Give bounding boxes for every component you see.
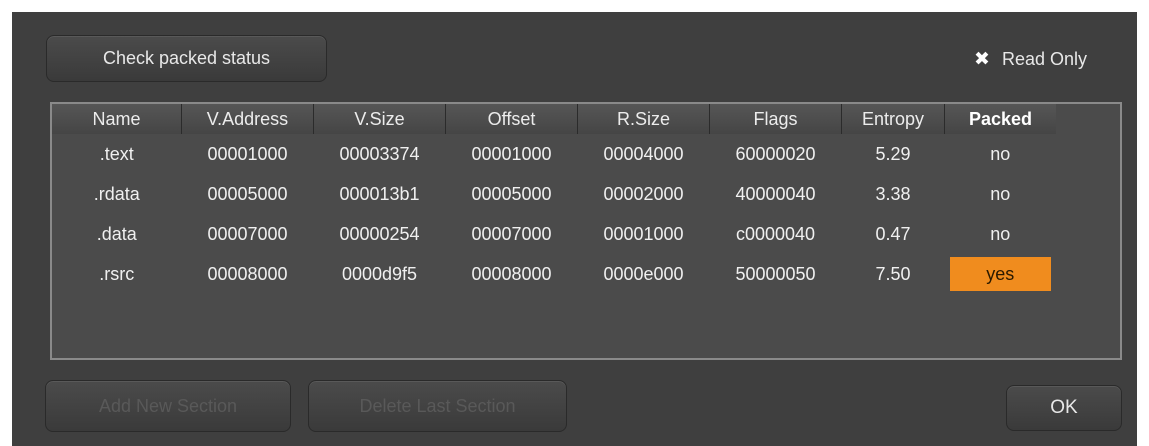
cell-name: .text xyxy=(99,143,134,164)
cell-r-size: 00002000 xyxy=(603,183,684,204)
cell-offset: 00001000 xyxy=(471,143,552,164)
column-header-v-address[interactable]: V.Address xyxy=(181,104,314,134)
table-row[interactable]: .rdata 00005000 000013b1 00005000 000020… xyxy=(52,174,1056,214)
column-header-v-size[interactable]: V.Size xyxy=(313,104,446,134)
column-header-name[interactable]: Name xyxy=(52,104,182,134)
pe-sections-dialog: Check packed status ✖ Read Only Name V.A… xyxy=(12,12,1137,446)
table-row[interactable]: .text 00001000 00003374 00001000 0000400… xyxy=(52,134,1056,174)
cell-r-size: 00004000 xyxy=(603,143,684,164)
cell-name: .rsrc xyxy=(99,263,135,284)
read-only-checkbox[interactable]: ✖ Read Only xyxy=(972,47,1087,71)
table-header-row: Name V.Address V.Size Offset R.Size Flag… xyxy=(52,104,1056,134)
cell-flags: 60000020 xyxy=(735,143,816,164)
check-packed-status-button[interactable]: Check packed status xyxy=(46,35,327,82)
packed-yes-badge: yes xyxy=(949,257,1051,291)
cell-packed-highlight: yes xyxy=(945,254,1057,294)
cell-r-size: 00001000 xyxy=(603,223,684,244)
read-only-label: Read Only xyxy=(1002,48,1088,69)
cell-entropy: 5.29 xyxy=(875,143,911,164)
cell-packed: no xyxy=(990,223,1011,244)
table-row[interactable]: .rsrc 00008000 0000d9f5 00008000 0000e00… xyxy=(52,254,1056,294)
cell-packed: no xyxy=(990,143,1011,164)
cell-entropy: 0.47 xyxy=(875,223,911,244)
table-row[interactable]: .data 00007000 00000254 00007000 0000100… xyxy=(52,214,1056,254)
cell-v-size: 0000d9f5 xyxy=(341,263,418,284)
cell-entropy: 3.38 xyxy=(875,183,911,204)
column-header-packed[interactable]: Packed xyxy=(944,104,1056,134)
cell-name: .rdata xyxy=(93,183,140,204)
cell-packed: no xyxy=(990,183,1011,204)
cell-v-address: 00001000 xyxy=(207,143,288,164)
checkmark-x-icon: ✖ xyxy=(974,48,990,70)
cell-entropy: 7.50 xyxy=(875,263,911,284)
cell-v-address: 00007000 xyxy=(207,223,288,244)
column-header-flags[interactable]: Flags xyxy=(709,104,842,134)
cell-name: .data xyxy=(96,223,137,244)
sections-table: Name V.Address V.Size Offset R.Size Flag… xyxy=(52,104,1056,294)
sections-table-frame: Name V.Address V.Size Offset R.Size Flag… xyxy=(50,102,1122,360)
delete-last-section-button[interactable]: Delete Last Section xyxy=(308,380,567,432)
cell-offset: 00007000 xyxy=(471,223,552,244)
cell-v-size: 000013b1 xyxy=(339,183,420,204)
add-new-section-button[interactable]: Add New Section xyxy=(45,380,291,432)
column-header-offset[interactable]: Offset xyxy=(445,104,578,134)
cell-r-size: 0000e000 xyxy=(603,263,684,284)
cell-v-address: 00008000 xyxy=(207,263,288,284)
cell-flags: c0000040 xyxy=(735,223,816,244)
cell-flags: 40000040 xyxy=(735,183,816,204)
column-header-r-size[interactable]: R.Size xyxy=(577,104,710,134)
cell-offset: 00008000 xyxy=(471,263,552,284)
cell-v-address: 00005000 xyxy=(207,183,288,204)
column-header-entropy[interactable]: Entropy xyxy=(841,104,945,134)
cell-v-size: 00000254 xyxy=(339,223,420,244)
ok-button[interactable]: OK xyxy=(1006,385,1122,431)
cell-v-size: 00003374 xyxy=(339,143,420,164)
cell-flags: 50000050 xyxy=(735,263,816,284)
cell-offset: 00005000 xyxy=(471,183,552,204)
